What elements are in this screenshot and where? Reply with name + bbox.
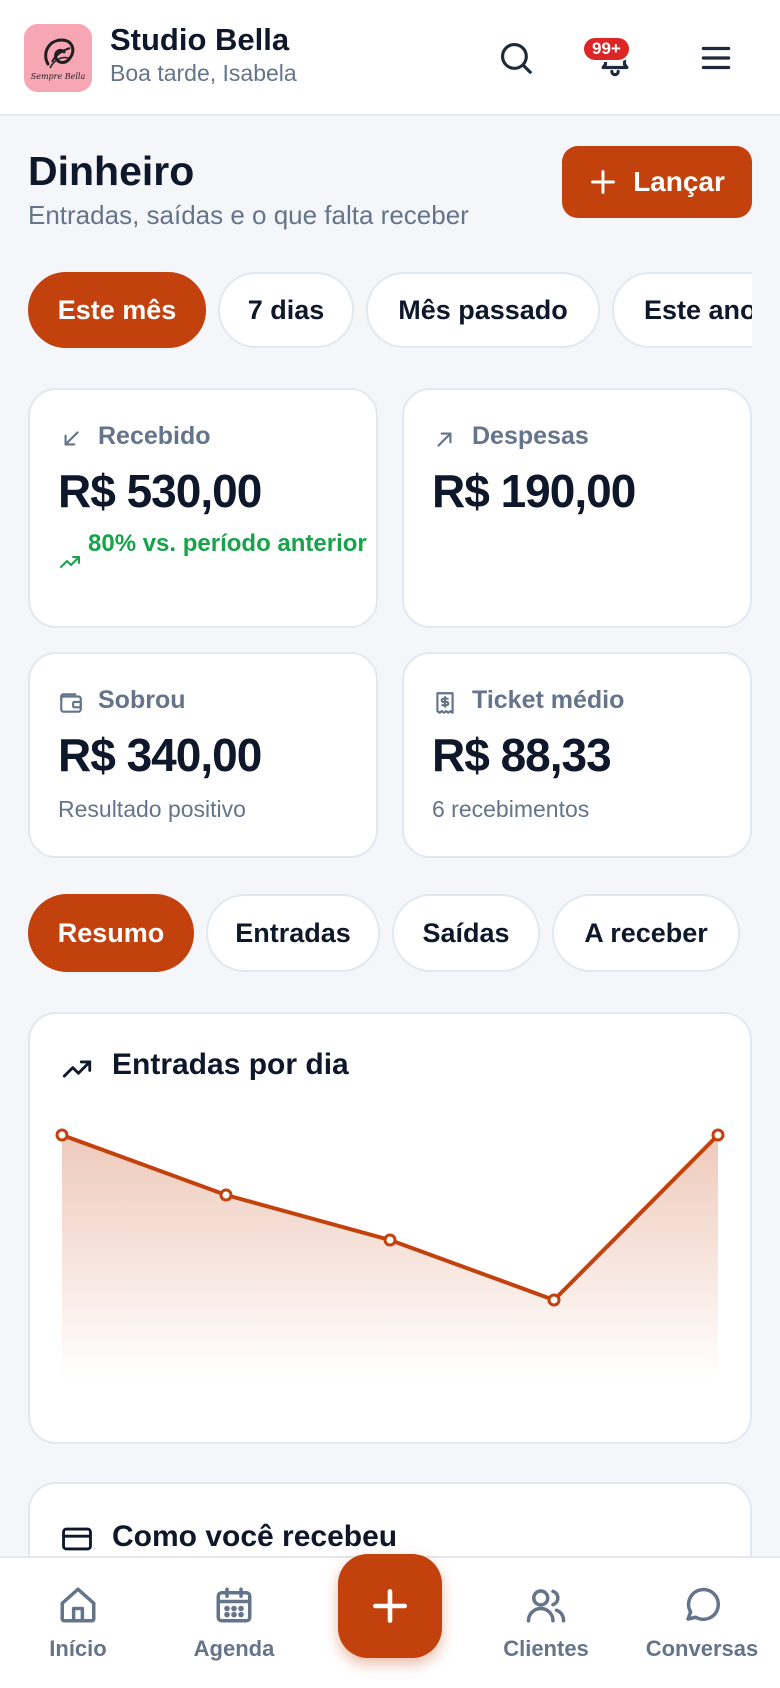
chart-title: Entradas por dia xyxy=(112,1048,349,1081)
nav-label: Clientes xyxy=(503,1636,589,1661)
nav-item-home[interactable]: Início xyxy=(3,1584,153,1662)
stat-label: Despesas xyxy=(472,422,589,450)
section-title: Como você recebeu xyxy=(112,1520,398,1553)
stat-value: R$ 190,00 xyxy=(432,465,636,517)
plus-icon xyxy=(373,1589,407,1623)
quick-add-button[interactable] xyxy=(338,1554,442,1658)
stat-value: R$ 340,00 xyxy=(58,729,262,781)
stat-label: Recebido xyxy=(98,422,211,450)
stat-value: R$ 88,33 xyxy=(432,729,612,781)
chat-icon xyxy=(686,1587,721,1621)
app-header: Sempre Bella Studio Bella Boa tarde, Isa… xyxy=(0,0,780,116)
studio-logo[interactable]: Sempre Bella xyxy=(24,24,92,92)
trending-up-icon xyxy=(62,1060,92,1078)
nav-item-conversations[interactable]: Conversas xyxy=(627,1584,777,1662)
search-button[interactable] xyxy=(488,30,544,86)
stat-card-average-ticket[interactable]: Ticket médio R$ 88,33 6 recebimentos xyxy=(402,652,752,858)
greeting-text: Boa tarde, Isabela xyxy=(110,60,297,86)
period-chip-this-year[interactable]: Este ano xyxy=(612,272,752,348)
chart-point[interactable] xyxy=(547,1293,561,1307)
stat-card-left-over[interactable]: Sobrou R$ 340,00 Resultado positivo xyxy=(28,652,378,858)
stat-card-received[interactable]: Recebido R$ 530,00 80% vs. período anter… xyxy=(28,388,378,628)
stat-label: Ticket médio xyxy=(472,686,625,714)
svg-text:Sempre Bella: Sempre Bella xyxy=(31,72,86,81)
calendar-icon xyxy=(216,1587,252,1623)
income-chart xyxy=(55,1128,725,1380)
nav-label: Início xyxy=(49,1636,107,1661)
chart-point[interactable] xyxy=(219,1188,233,1202)
credit-card-icon xyxy=(62,1527,92,1551)
chart-point[interactable] xyxy=(711,1128,725,1142)
wallet-icon xyxy=(60,693,82,713)
nav-item-agenda[interactable]: Agenda xyxy=(159,1584,309,1662)
page-title: Dinheiro xyxy=(28,148,195,194)
tab-income[interactable]: Entradas xyxy=(206,894,380,972)
stat-card-expenses[interactable]: Despesas R$ 190,00 xyxy=(402,388,752,628)
stat-value: R$ 530,00 xyxy=(58,465,262,517)
period-chip-7-days[interactable]: 7 dias xyxy=(218,272,354,348)
plus-icon xyxy=(591,170,616,194)
chart-point[interactable] xyxy=(383,1233,397,1247)
trending-up-icon xyxy=(60,556,80,568)
period-chip-last-month[interactable]: Mês passado xyxy=(366,272,600,348)
stat-trend: 80% vs. período anterior xyxy=(88,530,367,557)
period-chip-this-month[interactable]: Este mês xyxy=(28,272,206,348)
home-icon xyxy=(60,1587,96,1623)
nav-label: Conversas xyxy=(645,1636,759,1661)
logo-image: Sempre Bella xyxy=(24,24,92,92)
chart-point[interactable] xyxy=(55,1128,69,1142)
page-subtitle: Entradas, saídas e o que falta receber xyxy=(28,200,469,230)
arrow-down-left-icon xyxy=(64,431,79,446)
menu-icon xyxy=(701,46,731,70)
studio-name: Studio Bella xyxy=(110,22,290,57)
receipt-icon xyxy=(436,692,454,714)
add-entry-button[interactable]: Lançar xyxy=(562,146,752,218)
stat-label: Sobrou xyxy=(98,686,186,714)
tab-summary[interactable]: Resumo xyxy=(28,894,194,972)
search-icon xyxy=(500,42,532,74)
menu-button[interactable] xyxy=(688,30,744,86)
period-filter: Este mês 7 dias Mês passado Este ano xyxy=(0,272,752,348)
tab-expenses[interactable]: Saídas xyxy=(392,894,540,972)
nav-item-clients[interactable]: Clientes xyxy=(471,1584,621,1662)
nav-label: Agenda xyxy=(193,1636,275,1661)
users-icon xyxy=(526,1589,566,1623)
stat-note: Resultado positivo xyxy=(58,796,246,822)
arrow-up-right-icon xyxy=(437,432,452,447)
notifications-badge: 99+ xyxy=(582,36,631,62)
tab-receivables[interactable]: A receber xyxy=(552,894,740,972)
add-entry-label: Lançar xyxy=(633,166,725,197)
stat-note: 6 recebimentos xyxy=(432,796,590,822)
